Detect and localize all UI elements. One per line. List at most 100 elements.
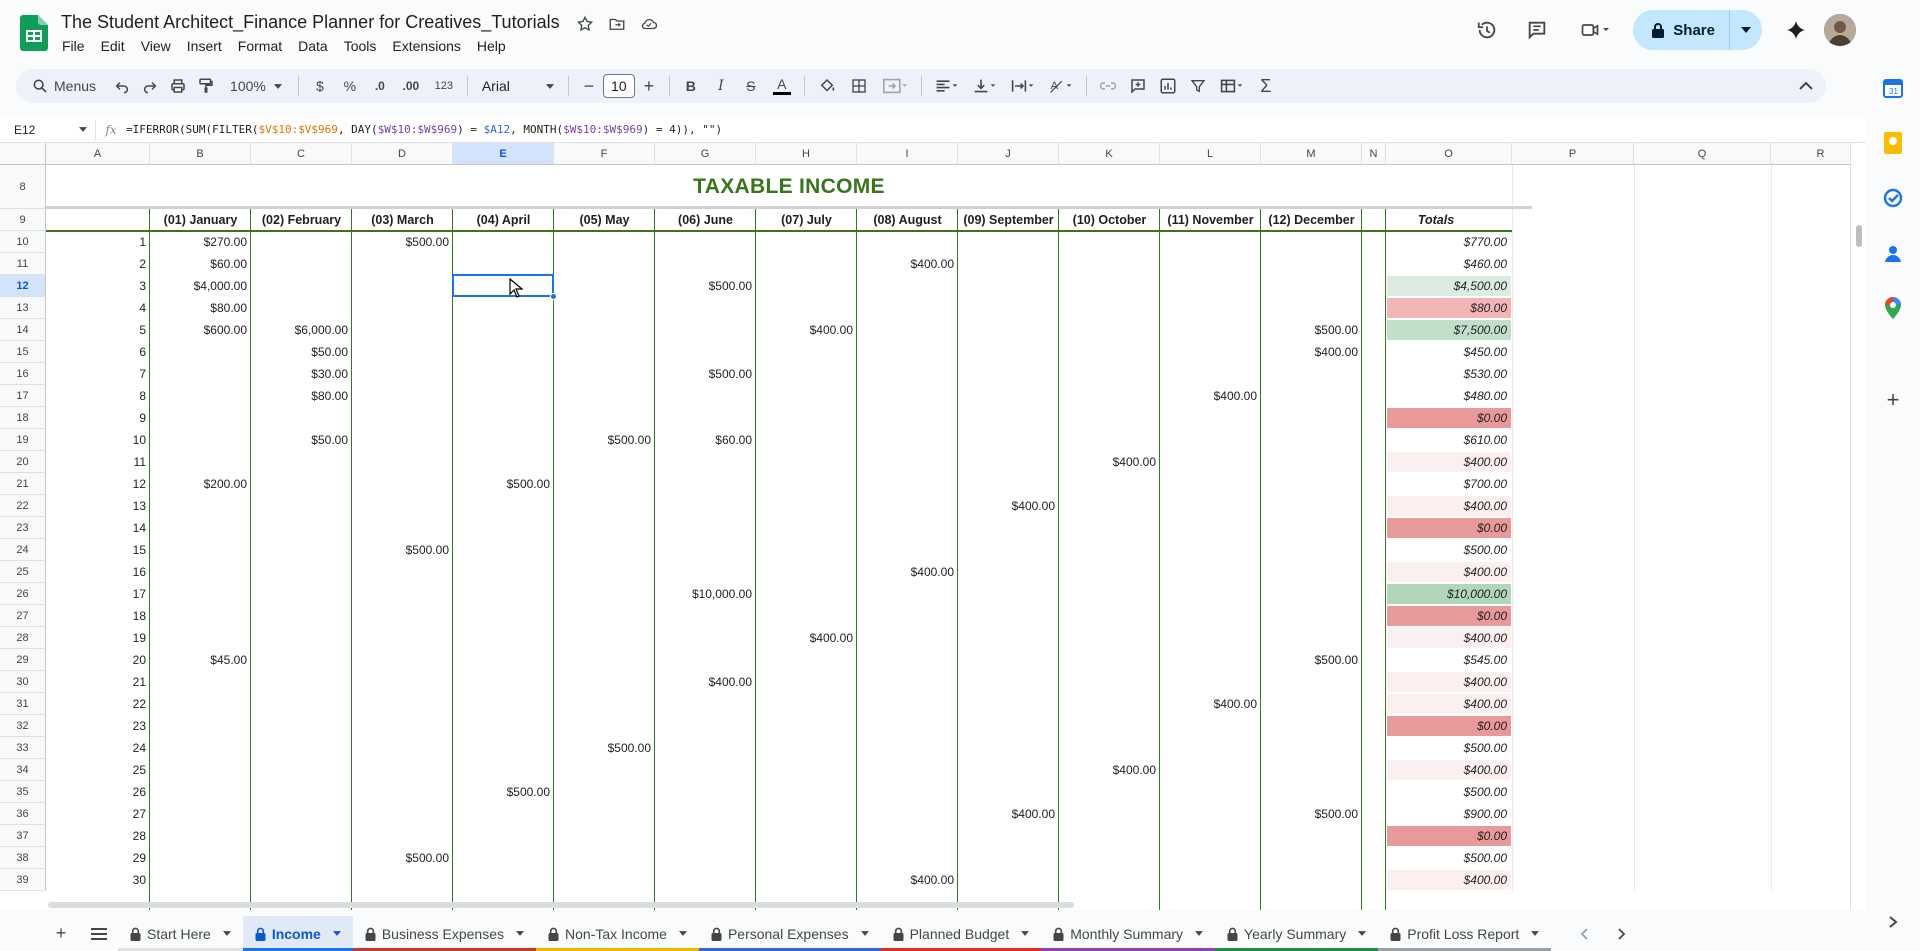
month-header[interactable]: (01) January xyxy=(150,209,251,231)
income-cell[interactable]: $80.00 xyxy=(150,297,251,319)
income-cell[interactable]: $500.00 xyxy=(554,737,655,759)
gemini-icon[interactable] xyxy=(1776,10,1816,50)
sheet-tab[interactable]: Income xyxy=(242,916,353,951)
text-rotation-icon[interactable]: A xyxy=(1042,72,1080,100)
row-header-15[interactable]: 15 xyxy=(0,341,46,363)
sheet-tab[interactable]: Monthly Summary xyxy=(1041,916,1216,951)
day-cell[interactable]: 5 xyxy=(46,319,150,341)
scrollbar-thumb[interactable] xyxy=(48,902,1074,908)
column-header-k[interactable]: K xyxy=(1059,143,1160,165)
total-cell[interactable]: $400.00 xyxy=(1387,496,1511,516)
italic-button[interactable]: I xyxy=(706,72,736,100)
number-format-button[interactable]: 123 xyxy=(427,72,461,100)
income-cell[interactable]: $500.00 xyxy=(1261,319,1362,341)
row-header-13[interactable]: 13 xyxy=(0,297,46,319)
total-cell[interactable]: $400.00 xyxy=(1387,760,1511,780)
income-cell[interactable]: $80.00 xyxy=(251,385,352,407)
collapse-toolbar-icon[interactable] xyxy=(1786,72,1826,100)
total-cell[interactable]: $500.00 xyxy=(1387,782,1511,802)
day-cell[interactable]: 26 xyxy=(46,781,150,803)
income-cell[interactable]: $6,000.00 xyxy=(251,319,352,341)
horizontal-align-icon[interactable] xyxy=(928,72,966,100)
row-header-12[interactable]: 12 xyxy=(0,275,46,297)
income-cell[interactable]: $60.00 xyxy=(150,253,251,275)
income-cell[interactable]: $270.00 xyxy=(150,231,251,253)
total-cell[interactable]: $400.00 xyxy=(1387,562,1511,582)
income-cell[interactable]: $400.00 xyxy=(1261,341,1362,363)
chevron-left-icon[interactable] xyxy=(1565,916,1603,951)
income-cell[interactable]: $30.00 xyxy=(251,363,352,385)
day-cell[interactable]: 12 xyxy=(46,473,150,495)
menu-edit[interactable]: Edit xyxy=(93,36,133,56)
horizontal-scrollbar[interactable] xyxy=(46,900,1846,910)
month-header[interactable]: (12) December xyxy=(1261,209,1362,231)
income-cell[interactable]: $500.00 xyxy=(1261,649,1362,671)
borders-icon[interactable] xyxy=(843,72,875,100)
row-header-29[interactable]: 29 xyxy=(0,649,46,671)
income-cell[interactable]: $45.00 xyxy=(150,649,251,671)
share-dropdown[interactable] xyxy=(1730,27,1762,33)
redo-icon[interactable] xyxy=(136,72,164,100)
menu-view[interactable]: View xyxy=(133,36,179,56)
total-cell[interactable]: $400.00 xyxy=(1387,694,1511,714)
income-cell[interactable]: $400.00 xyxy=(857,561,958,583)
income-cell[interactable]: $600.00 xyxy=(150,319,251,341)
income-cell[interactable]: $500.00 xyxy=(1261,803,1362,825)
total-cell[interactable]: $770.00 xyxy=(1387,232,1511,252)
total-cell[interactable]: $400.00 xyxy=(1387,452,1511,472)
total-cell[interactable]: $480.00 xyxy=(1387,386,1511,406)
month-header[interactable]: (04) April xyxy=(453,209,554,231)
account-avatar[interactable] xyxy=(1824,14,1856,46)
day-cell[interactable]: 14 xyxy=(46,517,150,539)
row-header-30[interactable]: 30 xyxy=(0,671,46,693)
sheet-tab[interactable]: Personal Expenses xyxy=(698,916,881,951)
day-cell[interactable]: 23 xyxy=(46,715,150,737)
day-cell[interactable]: 28 xyxy=(46,825,150,847)
bold-button[interactable]: B xyxy=(676,72,706,100)
row-header-23[interactable]: 23 xyxy=(0,517,46,539)
total-cell[interactable]: $530.00 xyxy=(1387,364,1511,384)
sheet-tab[interactable]: Start Here xyxy=(118,916,243,951)
column-header-i[interactable]: I xyxy=(857,143,958,165)
row-header-9[interactable]: 9 xyxy=(0,209,46,231)
day-cell[interactable]: 1 xyxy=(46,231,150,253)
text-wrapping-icon[interactable] xyxy=(1004,72,1042,100)
month-header[interactable]: (07) July xyxy=(756,209,857,231)
day-cell[interactable]: 4 xyxy=(46,297,150,319)
tasks-icon[interactable] xyxy=(1881,186,1905,210)
income-cell[interactable]: $400.00 xyxy=(958,803,1059,825)
day-cell[interactable]: 18 xyxy=(46,605,150,627)
spreadsheet-grid[interactable]: TAXABLE INCOME A B C D E F G H I J K L M N O P Q R 8 9 10 11 1… xyxy=(0,143,1850,910)
total-cell[interactable]: $900.00 xyxy=(1387,804,1511,824)
menu-tools[interactable]: Tools xyxy=(336,36,385,56)
income-cell[interactable]: $400.00 xyxy=(1059,451,1160,473)
document-title[interactable]: The Student Architect_Finance Planner fo… xyxy=(61,12,560,33)
row-header-19[interactable]: 19 xyxy=(0,429,46,451)
income-cell[interactable]: $200.00 xyxy=(150,473,251,495)
sheet-title[interactable]: TAXABLE INCOME xyxy=(46,165,1532,209)
sheets-logo-icon[interactable] xyxy=(20,15,48,51)
income-cell[interactable]: $400.00 xyxy=(857,869,958,891)
row-header-22[interactable]: 22 xyxy=(0,495,46,517)
column-header-f[interactable]: F xyxy=(554,143,655,165)
column-header-r[interactable]: R xyxy=(1771,143,1850,165)
day-cell[interactable]: 24 xyxy=(46,737,150,759)
income-cell[interactable]: $500.00 xyxy=(352,847,453,869)
day-cell[interactable]: 25 xyxy=(46,759,150,781)
day-cell[interactable]: 16 xyxy=(46,561,150,583)
sheet-tab[interactable]: Business Expenses xyxy=(352,916,537,951)
calendar-icon[interactable]: 31 xyxy=(1881,76,1905,100)
day-cell[interactable]: 27 xyxy=(46,803,150,825)
zoom-select[interactable]: 100% xyxy=(220,72,292,100)
sheet-tab[interactable]: Yearly Summary xyxy=(1215,916,1379,951)
totals-header[interactable]: Totals xyxy=(1386,209,1486,231)
income-cell[interactable]: $500.00 xyxy=(655,363,756,385)
total-cell[interactable]: $0.00 xyxy=(1387,606,1511,626)
insert-comment-icon[interactable] xyxy=(1123,72,1153,100)
version-history-icon[interactable] xyxy=(1467,10,1507,50)
row-header-21[interactable]: 21 xyxy=(0,473,46,495)
row-header-35[interactable]: 35 xyxy=(0,781,46,803)
meet-icon[interactable] xyxy=(1567,10,1623,50)
month-header[interactable]: (05) May xyxy=(554,209,655,231)
row-header-34[interactable]: 34 xyxy=(0,759,46,781)
